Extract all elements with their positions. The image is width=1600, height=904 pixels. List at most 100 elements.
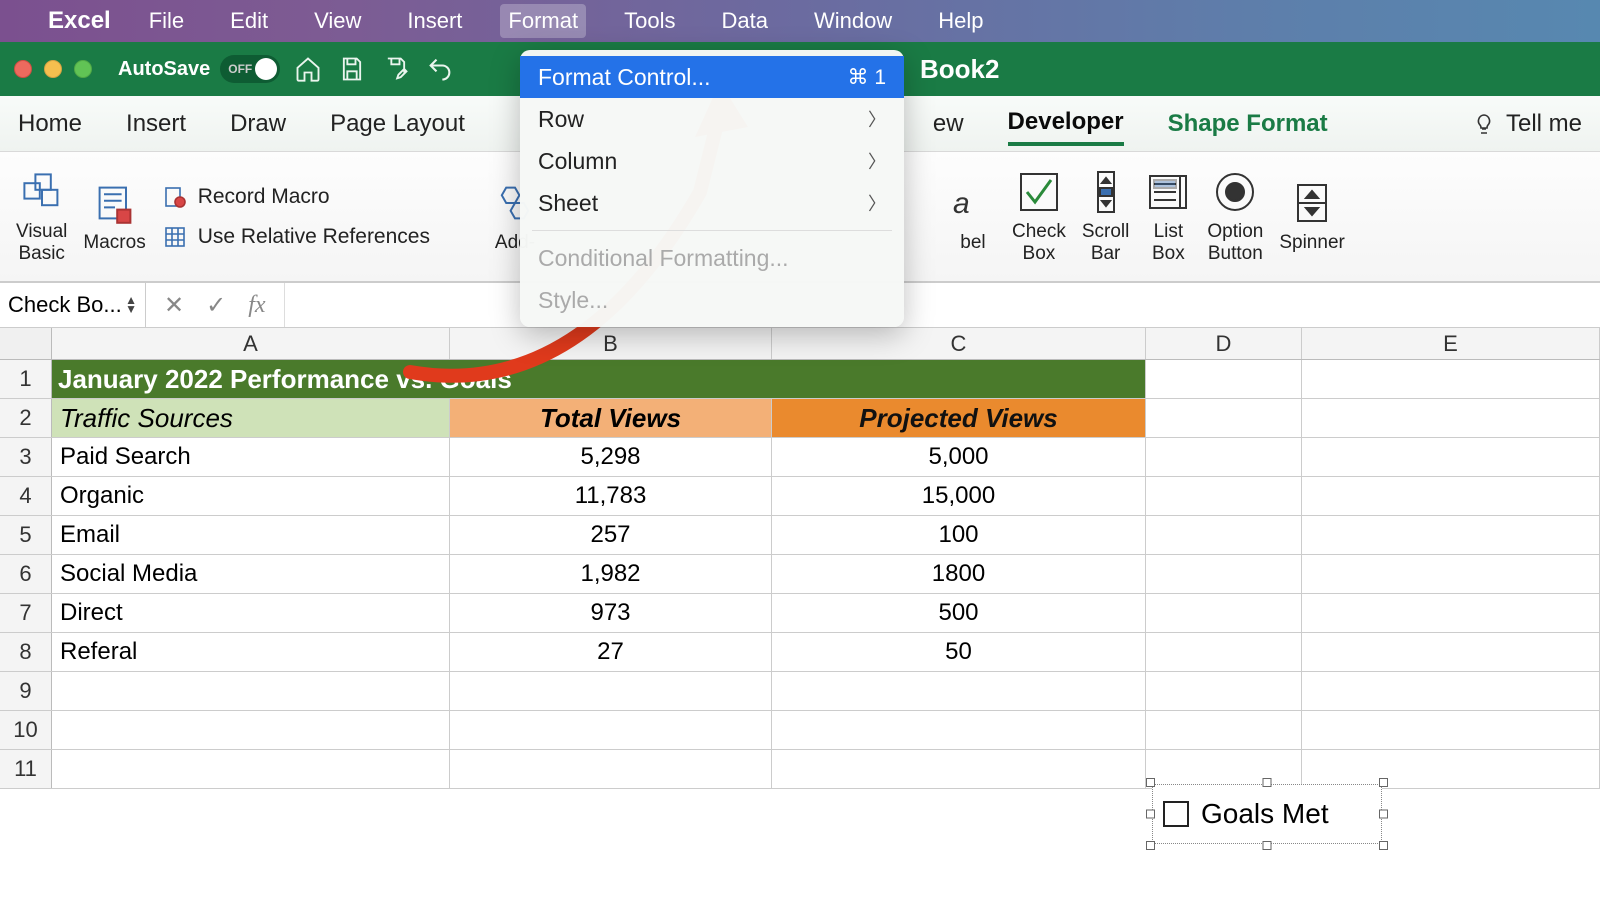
optionbutton-control-button[interactable]: Option Button [1207,169,1263,265]
cell-d2[interactable] [1146,399,1302,437]
autosave-toggle[interactable]: AutoSave OFF [118,55,280,83]
row-header-1[interactable]: 1 [0,360,52,398]
cell-b2[interactable]: Total Views [450,399,772,437]
cell-a11[interactable] [52,750,450,788]
goals-met-checkbox-object[interactable]: Goals Met [1146,778,1388,850]
row-header-7[interactable]: 7 [0,594,52,632]
cell-a10[interactable] [52,711,450,749]
name-box[interactable]: Check Bo... ▲▼ [0,283,146,327]
col-header-c[interactable]: C [772,328,1146,359]
row-header-2[interactable]: 2 [0,399,52,437]
menuitem-sheet[interactable]: Sheet 〉 [520,182,904,224]
checkbox-box-icon[interactable] [1163,801,1189,827]
listbox-control-button[interactable]: List Box [1145,169,1191,265]
col-header-d[interactable]: D [1146,328,1302,359]
cell-e4[interactable] [1302,477,1600,515]
row-header-10[interactable]: 10 [0,711,52,749]
cell-b10[interactable] [450,711,772,749]
menu-help[interactable]: Help [930,4,991,38]
undo-icon[interactable] [424,53,456,85]
cell-d5[interactable] [1146,516,1302,554]
resize-handle[interactable] [1146,778,1155,787]
cell-e1[interactable] [1302,360,1600,398]
spinner-control-button[interactable]: Spinner [1279,180,1345,254]
row-header-8[interactable]: 8 [0,633,52,671]
cell-b6[interactable]: 1,982 [450,555,772,593]
cancel-formula-icon[interactable]: ✕ [164,291,184,320]
zoom-window-icon[interactable] [74,60,92,78]
save-icon[interactable] [336,53,368,85]
tab-shape-format[interactable]: Shape Format [1168,104,1328,144]
app-name[interactable]: Excel [48,7,111,35]
visual-basic-button[interactable]: Visual Basic [16,169,67,265]
col-header-a[interactable]: A [52,328,450,359]
cell-a6[interactable]: Social Media [52,555,450,593]
resize-handle[interactable] [1146,810,1155,819]
tab-partial-view[interactable]: ew [933,104,964,144]
resize-handle[interactable] [1379,778,1388,787]
close-window-icon[interactable] [14,60,32,78]
cell-d3[interactable] [1146,438,1302,476]
tab-draw[interactable]: Draw [230,104,286,144]
cell-c5[interactable]: 100 [772,516,1146,554]
cell-e3[interactable] [1302,438,1600,476]
cell-c8[interactable]: 50 [772,633,1146,671]
resize-handle[interactable] [1263,841,1272,850]
cell-e6[interactable] [1302,555,1600,593]
cell-c6[interactable]: 1800 [772,555,1146,593]
cell-c2[interactable]: Projected Views [772,399,1146,437]
cell-c4[interactable]: 15,000 [772,477,1146,515]
cell-b8[interactable]: 27 [450,633,772,671]
menu-tools[interactable]: Tools [616,4,683,38]
cell-e7[interactable] [1302,594,1600,632]
menuitem-row[interactable]: Row 〉 [520,98,904,140]
tab-home[interactable]: Home [18,104,82,144]
cell-e8[interactable] [1302,633,1600,671]
select-all-corner[interactable] [0,328,52,359]
cell-c7[interactable]: 500 [772,594,1146,632]
cell-title[interactable]: January 2022 Performance vs. Goals [52,360,1146,398]
cell-d9[interactable] [1146,672,1302,710]
name-box-stepper-icon[interactable]: ▲▼ [125,296,137,314]
scrollbar-control-button[interactable]: Scroll Bar [1082,169,1130,265]
row-header-11[interactable]: 11 [0,750,52,788]
accept-formula-icon[interactable]: ✓ [206,291,226,320]
cell-d6[interactable] [1146,555,1302,593]
cell-d1[interactable] [1146,360,1302,398]
cell-a2[interactable]: Traffic Sources [52,399,450,437]
menuitem-column[interactable]: Column 〉 [520,140,904,182]
col-header-e[interactable]: E [1302,328,1600,359]
row-header-3[interactable]: 3 [0,438,52,476]
tab-page-layout[interactable]: Page Layout [330,104,465,144]
resize-handle[interactable] [1146,841,1155,850]
cell-b7[interactable]: 973 [450,594,772,632]
cell-d4[interactable] [1146,477,1302,515]
cell-a5[interactable]: Email [52,516,450,554]
cell-c9[interactable] [772,672,1146,710]
cell-c11[interactable] [772,750,1146,788]
cell-e5[interactable] [1302,516,1600,554]
menu-insert[interactable]: Insert [399,4,470,38]
cell-b5[interactable]: 257 [450,516,772,554]
cell-e2[interactable] [1302,399,1600,437]
cell-b3[interactable]: 5,298 [450,438,772,476]
menu-file[interactable]: File [141,4,192,38]
cell-b9[interactable] [450,672,772,710]
cell-e9[interactable] [1302,672,1600,710]
col-header-b[interactable]: B [450,328,772,359]
cell-a3[interactable]: Paid Search [52,438,450,476]
resize-handle[interactable] [1379,841,1388,850]
cell-c3[interactable]: 5,000 [772,438,1146,476]
fx-label[interactable]: fx [248,292,265,319]
cell-d10[interactable] [1146,711,1302,749]
menu-view[interactable]: View [306,4,369,38]
cell-a4[interactable]: Organic [52,477,450,515]
cell-a8[interactable]: Referal [52,633,450,671]
macros-button[interactable]: Macros [83,180,145,254]
minimize-window-icon[interactable] [44,60,62,78]
row-header-6[interactable]: 6 [0,555,52,593]
tab-insert[interactable]: Insert [126,104,186,144]
cell-a7[interactable]: Direct [52,594,450,632]
cell-c10[interactable] [772,711,1146,749]
label-partial[interactable]: a bel [950,180,996,254]
